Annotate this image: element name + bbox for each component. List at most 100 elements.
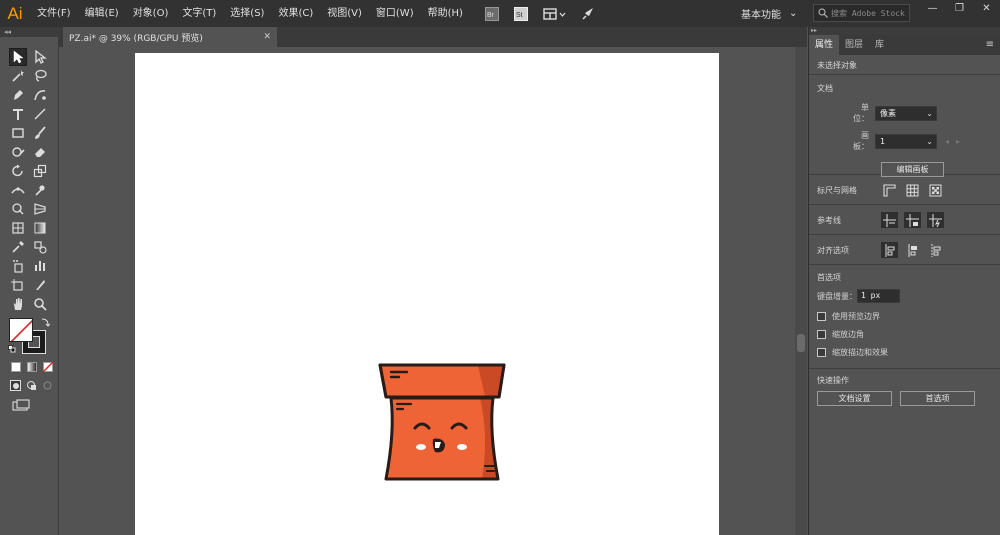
artboard-select[interactable]: 1 ⌄ (875, 133, 937, 149)
pen-icon (14, 89, 23, 100)
selection-status: 未选择对象 (817, 61, 857, 70)
close-tab-icon[interactable]: ✕ (263, 32, 271, 42)
menu-edit[interactable]: 编辑(E) (78, 0, 126, 27)
knife-tool[interactable] (31, 276, 49, 294)
use-preview-bounds-checkbox[interactable]: 使用预览边界 (817, 307, 992, 325)
scale-strokes-effects-checkbox[interactable]: 缩放描边和效果 (817, 343, 992, 361)
hand-tool[interactable] (9, 295, 27, 313)
smart-guides-button[interactable] (927, 212, 944, 228)
fill-swatch[interactable] (9, 318, 33, 342)
selection-tool[interactable] (9, 47, 27, 66)
shaper-tool[interactable] (9, 143, 27, 161)
direct-selection-tool[interactable] (31, 48, 49, 66)
tab-properties[interactable]: 属性 (809, 35, 840, 55)
checkbox-box[interactable] (817, 347, 826, 357)
width-tool[interactable] (9, 181, 27, 199)
line-tool[interactable] (31, 105, 49, 123)
menu-object[interactable]: 对象(O) (126, 0, 176, 27)
menu-select[interactable]: 选择(S) (223, 0, 271, 27)
menu-type[interactable]: 文字(T) (175, 0, 223, 27)
tab-libraries[interactable]: 库 (869, 35, 890, 55)
scale-corners-checkbox[interactable]: 缩放边角 (817, 325, 992, 343)
column-graph-tool[interactable] (31, 257, 49, 275)
perspective-grid-tool[interactable] (31, 200, 49, 218)
panel-menu-icon[interactable]: ≡ (986, 35, 994, 55)
symbol-sprayer-tool[interactable] (9, 257, 27, 275)
next-artboard-icon[interactable]: ▸ (956, 137, 960, 146)
color-mode-button[interactable] (9, 360, 22, 373)
vertical-scrollbar[interactable] (795, 47, 807, 535)
artboard-tool[interactable] (9, 276, 27, 294)
eyedropper-tool[interactable] (9, 238, 27, 256)
swap-colors-icon[interactable] (40, 317, 50, 327)
menu-file[interactable]: 文件(F) (30, 0, 78, 27)
lock-guides-button[interactable] (904, 212, 921, 228)
arrange-documents-button[interactable] (542, 5, 568, 22)
guides-title: 参考线 (817, 215, 841, 225)
puppet-warp-tool[interactable] (31, 181, 49, 199)
show-guides-button[interactable] (881, 212, 898, 228)
bridge-button[interactable]: Br (484, 5, 501, 22)
align-to-artboard-button[interactable] (927, 242, 944, 258)
workspace-switcher[interactable]: 基本功能 ⌄ (741, 5, 797, 22)
maximize-button[interactable]: ❐ (946, 0, 973, 16)
preferences-button[interactable]: 首选项 (900, 391, 975, 406)
units-select[interactable]: 像素 ⌄ (875, 105, 937, 121)
none-mode-button[interactable] (41, 360, 54, 373)
grid-button[interactable] (904, 182, 921, 198)
stock-button[interactable]: St (513, 5, 530, 22)
box-character-illustration[interactable] (377, 362, 507, 482)
rotate-tool[interactable] (9, 162, 27, 180)
none-mode-icon (42, 361, 53, 372)
gpu-performance-button[interactable] (580, 5, 597, 22)
document-tab[interactable]: PZ.ai* @ 39% (RGB/GPU 预览) ✕ (63, 27, 277, 47)
minimize-button[interactable]: — (919, 0, 946, 16)
checkbox-box[interactable] (817, 311, 826, 321)
blend-tool[interactable] (31, 238, 49, 256)
paintbrush-tool[interactable] (31, 124, 49, 142)
panel-grip[interactable]: ▸▸ (809, 27, 1000, 35)
draw-inside-button[interactable] (41, 379, 54, 392)
menu-help[interactable]: 帮助(H) (421, 0, 470, 27)
previous-artboard-icon[interactable]: ◂ (945, 137, 949, 146)
keyboard-increment-input[interactable]: 1 px (857, 289, 900, 303)
lasso-tool[interactable] (31, 67, 49, 85)
type-tool[interactable] (9, 105, 27, 123)
screen-mode-button[interactable] (9, 396, 33, 414)
shape-builder-tool[interactable] (9, 200, 27, 218)
pen-tool[interactable] (9, 86, 27, 104)
curvature-tool[interactable] (31, 86, 49, 104)
menu-window[interactable]: 窗口(W) (369, 0, 421, 27)
mesh-tool[interactable] (9, 219, 27, 237)
stock-search-input[interactable]: 搜索 Adobe Stock (813, 4, 910, 22)
zoom-tool[interactable] (31, 295, 49, 313)
transparency-grid-icon (929, 184, 942, 196)
artboard[interactable] (135, 53, 719, 535)
rulers-button[interactable] (881, 182, 898, 198)
tab-layers[interactable]: 图层 (839, 35, 869, 55)
checkbox-box[interactable] (817, 329, 826, 339)
scrollbar-thumb[interactable] (797, 334, 805, 352)
scale-tool[interactable] (31, 162, 49, 180)
close-icon: ✕ (982, 2, 991, 14)
menu-view[interactable]: 视图(V) (320, 0, 369, 27)
eraser-tool[interactable] (31, 143, 49, 161)
canvas-area[interactable] (59, 47, 795, 535)
document-setup-button[interactable]: 文档设置 (817, 391, 892, 406)
ruler-icon (883, 183, 896, 197)
panel-grip[interactable]: ◂◂ (0, 27, 58, 37)
draw-behind-button[interactable] (25, 379, 38, 392)
align-to-key-object-button[interactable] (904, 242, 921, 258)
scale-icon (33, 164, 47, 177)
align-to-selection-button[interactable] (881, 242, 898, 258)
close-button[interactable]: ✕ (973, 0, 1000, 16)
default-colors-icon[interactable] (8, 345, 16, 353)
menu-effect[interactable]: 效果(C) (271, 0, 320, 27)
draw-normal-button[interactable] (9, 379, 22, 392)
gradient-tool[interactable] (31, 219, 49, 237)
transparency-grid-button[interactable] (927, 182, 944, 198)
rectangle-tool[interactable] (9, 124, 27, 142)
puppet-warp-icon (35, 184, 45, 196)
gradient-mode-button[interactable] (25, 360, 38, 373)
magic-wand-tool[interactable] (9, 67, 27, 85)
